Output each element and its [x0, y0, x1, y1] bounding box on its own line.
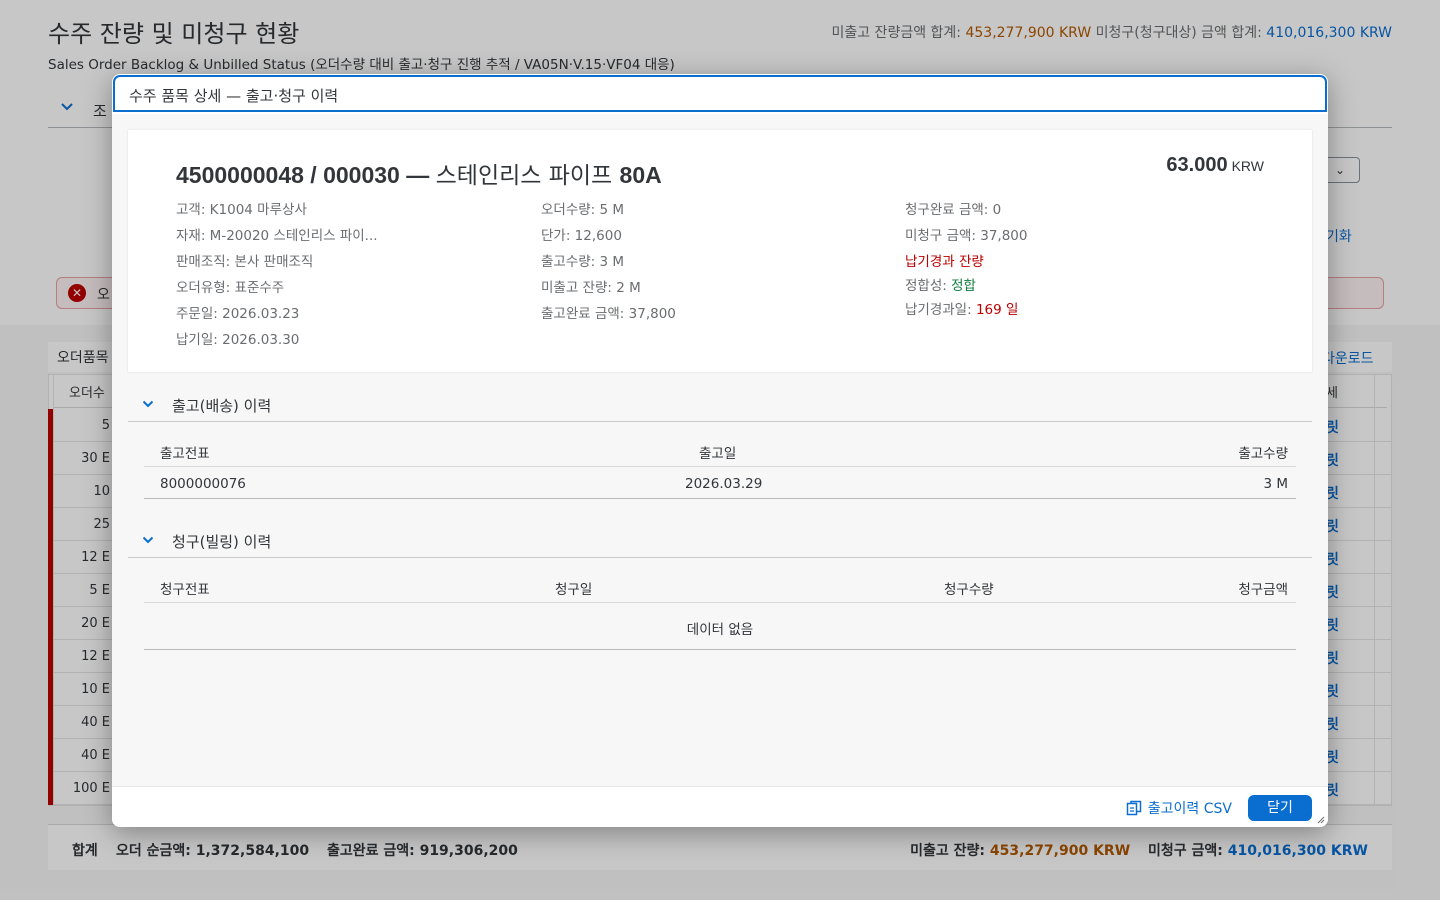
shipped-amount-attribute: 출고완료 금액: 37,800: [541, 306, 676, 322]
delivery-doc-cell: 8000000076: [160, 476, 246, 492]
due-date-attribute: 납기일: 2026.03.30: [176, 332, 300, 348]
no-data-row: 데이터 없음: [144, 603, 1296, 650]
column-header-delivery-date: 출고일: [699, 446, 737, 462]
shipped-qty-attribute: 출고수량: 3 M: [541, 254, 625, 270]
dialog-header: 수주 품목 상세 — 출고·청구 이력: [113, 75, 1327, 112]
delivery-history-table: 출고전표 출고일 출고수량 8000000076 2026.03.29 3 M: [144, 433, 1296, 499]
delivery-history-title: 출고(배송) 이력: [172, 397, 272, 415]
item-detail-dialog: 수주 품목 상세 — 출고·청구 이력 4500000048 / 000030 …: [112, 74, 1328, 827]
delivery-history-header[interactable]: 출고(배송) 이력: [128, 390, 1312, 422]
billing-history-title: 청구(빌링) 이력: [172, 533, 272, 551]
unit-price-attribute: 단가: 12,600: [541, 228, 622, 244]
material-size: 80A: [619, 162, 662, 188]
material-name: 스테인리스 파이프: [435, 163, 620, 189]
billing-history-header[interactable]: 청구(빌링) 이력: [128, 526, 1312, 558]
attribute-column-3: 청구완료 금액: 0 미청구 금액: 37,800 납기경과 잔량 정합성: 정…: [905, 201, 1027, 327]
unshipped-qty-attribute: 미출고 잔량: 2 M: [541, 280, 641, 296]
column-header-delivery-doc: 출고전표: [160, 446, 210, 462]
customer-attribute: 고객: K1004 마루상사: [176, 202, 307, 218]
overdue-days-label: 납기경과일:: [905, 302, 976, 318]
table-row[interactable]: 8000000076 2026.03.29 3 M: [144, 467, 1296, 499]
object-title: 4500000048 / 000030 — 스테인리스 파이프 80A: [176, 156, 662, 190]
billing-table-header: 청구전표 청구일 청구수량 청구금액: [144, 569, 1296, 603]
export-icon: [1126, 800, 1142, 816]
unbilled-amount-attribute: 미청구 금액: 37,800: [905, 228, 1028, 244]
resize-handle-icon[interactable]: [1316, 815, 1325, 824]
object-header-card: 4500000048 / 000030 — 스테인리스 파이프 80A 63.0…: [128, 130, 1312, 372]
sales-org-attribute: 판매조직: 본사 판매조직: [176, 254, 314, 270]
object-amount: 63.000 KRW: [1166, 154, 1264, 177]
overdue-status: 납기경과 잔량: [905, 254, 984, 270]
chevron-down-icon[interactable]: [142, 398, 154, 410]
billing-history-table: 청구전표 청구일 청구수량 청구금액 데이터 없음: [144, 569, 1296, 650]
column-header-delivery-qty: 출고수량: [1238, 446, 1288, 462]
consistency-label: 정합성:: [905, 278, 952, 294]
order-date-attribute: 주문일: 2026.03.23: [176, 306, 300, 322]
chevron-down-icon[interactable]: [142, 534, 154, 546]
consistency-attribute: 정합성: 정합: [905, 277, 1027, 301]
order-item-id: 4500000048 / 000030: [176, 162, 400, 188]
attribute-column-1: 고객: K1004 마루상사 자재: M-20020 스테인리스 파이... 판…: [176, 201, 378, 357]
dialog-footer: 출고이력 CSV 닫기: [112, 786, 1328, 827]
amount-currency: KRW: [1231, 158, 1264, 174]
delivery-date-cell: 2026.03.29: [685, 476, 763, 492]
column-header-billing-qty: 청구수량: [944, 582, 994, 598]
attribute-column-2: 오더수량: 5 M 단가: 12,600 출고수량: 3 M 미출고 잔량: 2…: [541, 201, 676, 331]
dialog-title: 수주 품목 상세 — 출고·청구 이력: [129, 87, 339, 105]
material-attribute: 자재: M-20020 스테인리스 파이...: [176, 228, 378, 244]
consistency-value: 정합: [951, 278, 976, 294]
no-data-text: 데이터 없음: [686, 622, 754, 638]
column-header-billing-amount: 청구금액: [1238, 582, 1288, 598]
order-type-attribute: 오더유형: 표준수주: [176, 280, 285, 296]
dialog-body: 4500000048 / 000030 — 스테인리스 파이프 80A 63.0…: [112, 114, 1328, 786]
column-header-billing-doc: 청구전표: [160, 582, 210, 598]
order-qty-attribute: 오더수량: 5 M: [541, 202, 625, 218]
delivery-table-header: 출고전표 출고일 출고수량: [144, 433, 1296, 467]
column-header-billing-date: 청구일: [555, 582, 593, 598]
billed-amount-attribute: 청구완료 금액: 0: [905, 202, 1002, 218]
title-dash: —: [399, 162, 436, 188]
delivery-csv-label: 출고이력 CSV: [1147, 801, 1232, 817]
close-button[interactable]: 닫기: [1248, 795, 1312, 821]
delivery-csv-button[interactable]: 출고이력 CSV: [1126, 798, 1232, 818]
amount-number: 63.000: [1166, 154, 1228, 176]
delivery-qty-cell: 3 M: [1263, 476, 1288, 492]
overdue-days-attribute: 납기경과일: 169 일: [905, 301, 1027, 327]
overdue-days-value: 169 일: [975, 302, 1019, 318]
